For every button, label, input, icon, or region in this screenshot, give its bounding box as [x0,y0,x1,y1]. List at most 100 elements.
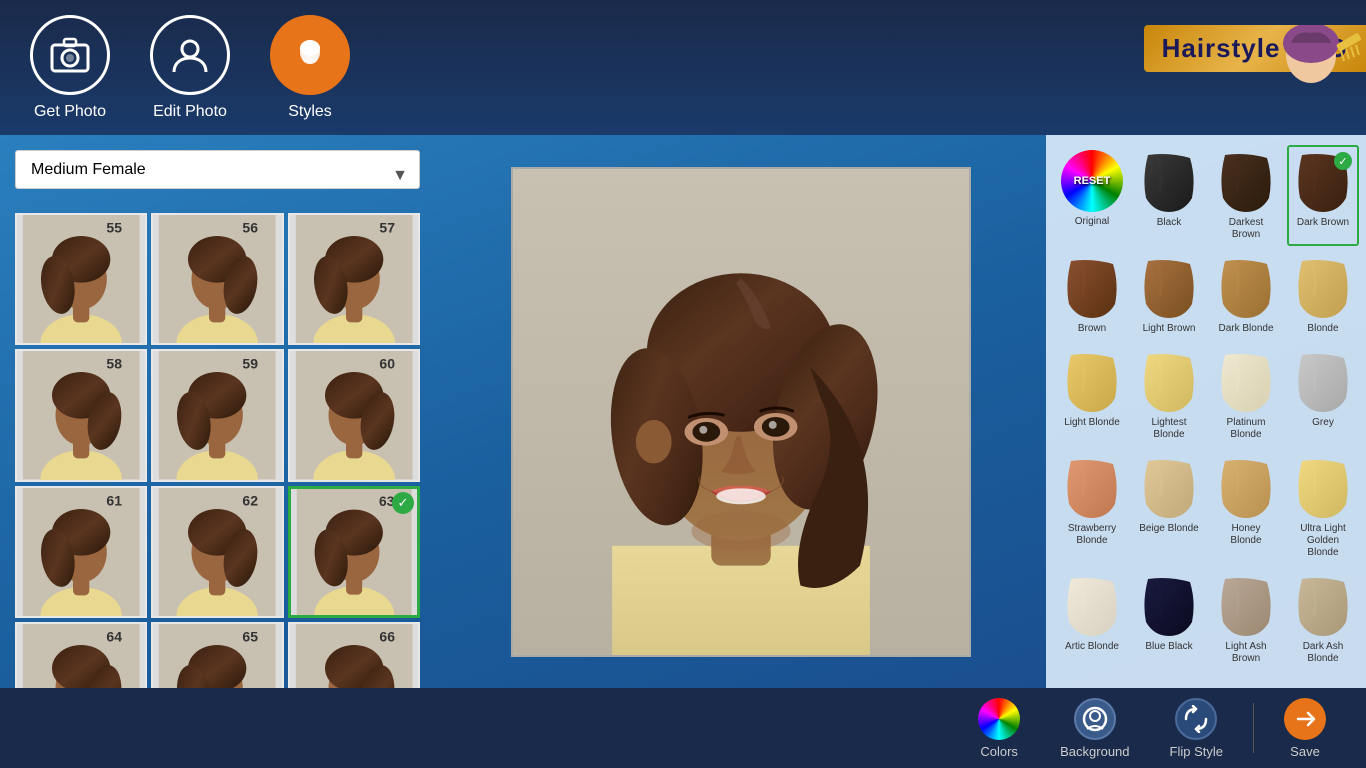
color-swatch-wrap-black [1138,150,1200,217]
background-label: Background [1060,744,1129,759]
color-label-darkest-brown: Darkest Brown [1215,217,1277,241]
color-item-platinum-blonde[interactable]: Platinum Blonde [1210,345,1282,446]
svg-text:58: 58 [106,356,122,372]
color-swatch-wrap-dark-brown: ✓ [1292,150,1354,217]
svg-text:59: 59 [243,356,259,372]
color-swatch-wrap-ultra-light-golden-blonde [1292,456,1354,523]
style-item-61[interactable]: 61 [15,486,147,618]
color-item-blonde[interactable]: Blonde [1287,251,1359,340]
style-item-55[interactable]: 55 [15,213,147,345]
colors-button[interactable]: Colors [958,690,1040,767]
color-item-black[interactable]: Black [1133,145,1205,246]
style-grid: 55 56 57 58 59 60 61 62 63✓ 6465 66 [15,213,420,688]
color-item-brown[interactable]: Brown [1056,251,1128,340]
color-swatch-wrap-blonde [1292,256,1354,323]
svg-text:56: 56 [243,219,259,235]
color-swatch-wrap-dark-blonde [1215,256,1277,323]
color-item-darkest-brown[interactable]: Darkest Brown [1210,145,1282,246]
style-item-62[interactable]: 62 [151,486,283,618]
color-panel: RESET Original Black Darkest Brown ✓ Dark Bro… [1046,135,1366,688]
app-header: Get Photo Edit Photo Styles Hairstyle PR… [0,0,1366,135]
color-item-dark-brown[interactable]: ✓ Dark Brown [1287,145,1359,246]
nav-edit-photo[interactable]: Edit Photo [150,15,230,121]
color-label-lightest-blonde: Lightest Blonde [1138,417,1200,441]
color-label-blue-black: Blue Black [1145,641,1192,653]
svg-text:62: 62 [243,492,259,508]
color-label-light-blonde: Light Blonde [1064,417,1120,429]
save-button[interactable]: Save [1264,690,1346,767]
colors-icon [978,698,1020,740]
color-reset-swatch: RESET [1061,150,1123,212]
color-item-original[interactable]: RESET Original [1056,145,1128,246]
color-item-ultra-light-golden-blonde[interactable]: Ultra Light Golden Blonde [1287,451,1359,564]
color-swatch-wrap-beige-blonde [1138,456,1200,523]
style-item-57[interactable]: 57 [288,213,420,345]
color-item-dark-blonde[interactable]: Dark Blonde [1210,251,1282,340]
svg-text:60: 60 [379,356,395,372]
style-item-56[interactable]: 56 [151,213,283,345]
color-item-artic-blonde[interactable]: Artic Blonde [1056,569,1128,670]
color-label-grey: Grey [1312,417,1334,429]
color-item-dark-ash-blonde[interactable]: Dark Ash Blonde [1287,569,1359,670]
nav-styles-label: Styles [288,103,332,121]
nav-get-photo-label: Get Photo [34,103,106,121]
color-item-strawberry-blonde[interactable]: Strawberry Blonde [1056,451,1128,564]
nav-styles[interactable]: Styles [270,15,350,121]
color-item-blue-black[interactable]: Blue Black [1133,569,1205,670]
color-label-brown: Brown [1078,323,1106,335]
style-item-65[interactable]: 65 [151,622,283,688]
color-swatch-wrap-darkest-brown [1215,150,1277,217]
nav-edit-photo-label: Edit Photo [153,103,227,121]
color-swatch-wrap-light-brown [1138,256,1200,323]
svg-text:66: 66 [379,628,395,644]
svg-text:61: 61 [106,492,122,508]
color-label-platinum-blonde: Platinum Blonde [1215,417,1277,441]
color-swatch-wrap-honey-blonde [1215,456,1277,523]
color-label-black: Black [1157,217,1181,229]
color-label-honey-blonde: Honey Blonde [1215,523,1277,547]
color-label-blonde: Blonde [1307,323,1338,335]
color-selected-check: ✓ [1334,152,1352,170]
color-label-strawberry-blonde: Strawberry Blonde [1061,523,1123,547]
color-item-grey[interactable]: Grey [1287,345,1359,446]
style-item-64[interactable]: 64 [15,622,147,688]
svg-text:55: 55 [106,219,122,235]
nav-get-photo[interactable]: Get Photo [30,15,110,121]
style-item-63[interactable]: 63✓ [288,486,420,618]
color-label-dark-blonde: Dark Blonde [1218,323,1273,335]
toolbar-divider [1253,703,1254,753]
color-item-light-ash-brown[interactable]: Light Ash Brown [1210,569,1282,670]
style-panel: Medium Female 55 56 57 58 59 60 61 62 63✓ 6465 66 [0,135,435,688]
style-category-dropdown-wrapper: Medium Female [15,150,420,201]
color-item-beige-blonde[interactable]: Beige Blonde [1133,451,1205,564]
flip-style-icon [1175,698,1217,740]
flip-style-button[interactable]: Flip Style [1150,690,1243,767]
color-label-dark-brown: Dark Brown [1297,217,1349,229]
color-item-light-blonde[interactable]: Light Blonde [1056,345,1128,446]
flip-style-label: Flip Style [1170,744,1223,759]
color-item-lightest-blonde[interactable]: Lightest Blonde [1133,345,1205,446]
color-item-light-brown[interactable]: Light Brown [1133,251,1205,340]
style-item-58[interactable]: 58 [15,349,147,481]
color-label-light-ash-brown: Light Ash Brown [1215,641,1277,665]
color-label-original: Original [1075,216,1109,228]
color-swatch-wrap-light-ash-brown [1215,574,1277,641]
style-category-dropdown[interactable]: Medium Female [15,150,420,189]
color-item-honey-blonde[interactable]: Honey Blonde [1210,451,1282,564]
save-icon [1284,698,1326,740]
color-swatch-wrap-strawberry-blonde [1061,456,1123,523]
background-button[interactable]: Background [1040,690,1149,767]
color-swatch-wrap-lightest-blonde [1138,350,1200,417]
color-swatch-wrap-dark-ash-blonde [1292,574,1354,641]
style-item-60[interactable]: 60 [288,349,420,481]
colors-label: Colors [980,744,1018,759]
background-icon [1074,698,1116,740]
camera-icon [30,15,110,95]
color-label-ultra-light-golden-blonde: Ultra Light Golden Blonde [1292,523,1354,559]
main-content: Medium Female 55 56 57 58 59 60 61 62 63✓ 6465 66 [0,135,1366,688]
photo-display-area [435,135,1046,688]
color-swatch-wrap-grey [1292,350,1354,417]
style-item-59[interactable]: 59 [151,349,283,481]
style-item-66[interactable]: 66 [288,622,420,688]
color-swatch-wrap-light-blonde [1061,350,1123,417]
